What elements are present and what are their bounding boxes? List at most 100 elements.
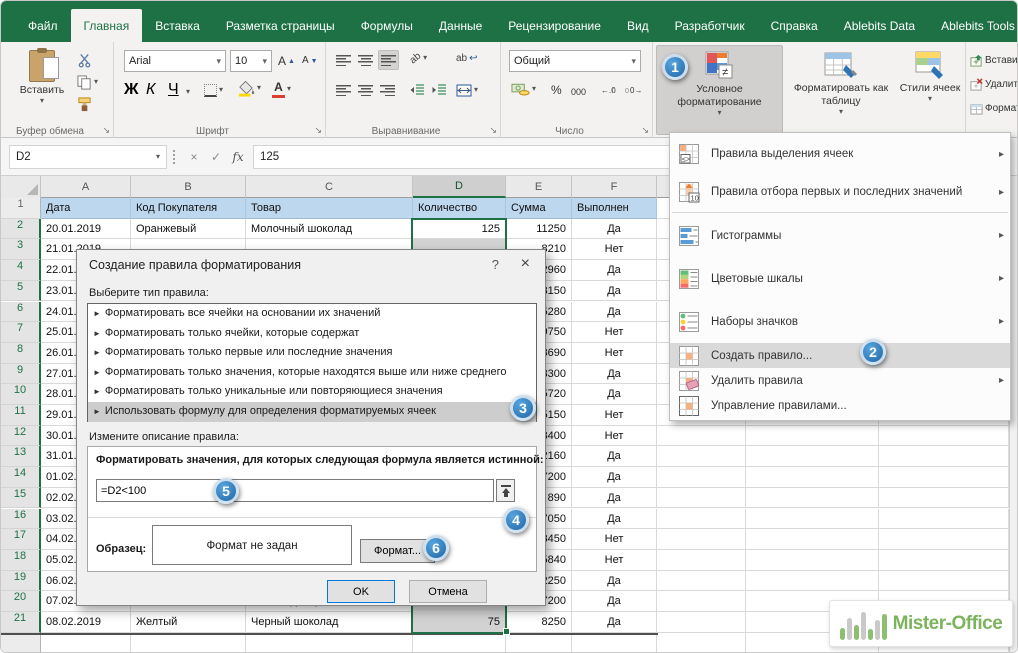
tab-formulas[interactable]: Формулы — [348, 9, 426, 42]
orientation-button[interactable]: ab ▾ — [408, 48, 429, 68]
row-header-9[interactable]: 9 — [1, 364, 41, 385]
cancel-button[interactable]: Отмена — [409, 580, 487, 603]
cell-H14[interactable] — [746, 467, 879, 488]
format-painter-button[interactable] — [75, 94, 94, 114]
cell-G22[interactable] — [657, 633, 746, 653]
menu-item-clear-rules[interactable]: Удалить правила▸ — [670, 368, 1010, 393]
align-right-button[interactable] — [378, 80, 397, 100]
column-header-B[interactable]: B — [131, 176, 246, 198]
row-header-20[interactable]: 20 — [1, 591, 41, 612]
ok-button[interactable]: OK — [327, 580, 395, 603]
font-dialog-launcher-icon[interactable]: ↘ — [314, 125, 322, 136]
cell-H19[interactable] — [746, 571, 879, 592]
cell-H17[interactable] — [746, 529, 879, 550]
copy-button[interactable]: ▾ — [75, 72, 100, 92]
decrease-indent-button[interactable] — [408, 80, 426, 100]
row-header-2[interactable]: 2 — [1, 219, 41, 240]
cell-A21[interactable]: 08.02.2019 — [41, 612, 131, 633]
tab-review[interactable]: Рецензирование — [495, 9, 614, 42]
cell-B22[interactable] — [131, 633, 246, 653]
cell-B2[interactable]: Оранжевый — [131, 219, 246, 240]
cell-H13[interactable] — [746, 446, 879, 467]
insert-function-button[interactable]: fx — [227, 145, 249, 169]
dialog-titlebar[interactable]: Создание правила форматирования — [77, 250, 545, 280]
cell-F9[interactable]: Да — [572, 364, 657, 385]
cell-F2[interactable]: Да — [572, 219, 657, 240]
cell-F17[interactable]: Нет — [572, 529, 657, 550]
font-family-select[interactable]: Arial▾ — [124, 50, 226, 72]
menu-item-manage-rules[interactable]: Управление правилами... — [670, 393, 1010, 418]
cell-G19[interactable] — [657, 571, 746, 592]
bold-button[interactable]: Ж — [122, 80, 140, 100]
paste-button[interactable]: Вставить ▾ — [15, 46, 69, 124]
row-header-7[interactable]: 7 — [1, 322, 41, 343]
confirm-entry-button[interactable]: ✓ — [205, 145, 227, 169]
row-header-1[interactable]: 1 — [1, 198, 41, 219]
formula-bar-drag-handle[interactable] — [173, 150, 175, 164]
tab-data[interactable]: Данные — [426, 9, 495, 42]
cell-A22[interactable] — [41, 633, 131, 653]
cell-C21[interactable]: Черный шоколад — [246, 612, 413, 633]
name-box[interactable]: D2 ▾ — [9, 145, 167, 169]
underline-button[interactable]: Ч — [166, 80, 181, 100]
cell-G21[interactable] — [657, 612, 746, 633]
cell-H15[interactable] — [746, 488, 879, 509]
grow-font-button[interactable]: A▲ — [276, 51, 297, 71]
tab-view[interactable]: Вид — [614, 9, 662, 42]
borders-button[interactable]: ▾ — [202, 80, 225, 100]
cell-F6[interactable]: Да — [572, 302, 657, 323]
cell-A1[interactable]: Дата — [41, 198, 131, 219]
fill-handle[interactable] — [503, 628, 510, 635]
rule-type-item[interactable]: ►Форматировать только уникальные или пов… — [88, 382, 536, 402]
cell-B1[interactable]: Код Покупателя — [131, 198, 246, 219]
alignment-dialog-launcher-icon[interactable]: ↘ — [489, 125, 497, 136]
cell-I19[interactable] — [879, 571, 1009, 592]
rule-type-item[interactable]: ►Форматировать только ячейки, которые со… — [88, 324, 536, 344]
dialog-close-button[interactable]: × — [521, 255, 530, 273]
cell-A2[interactable]: 20.01.2019 — [41, 219, 131, 240]
cell-F12[interactable]: Нет — [572, 426, 657, 447]
decrease-decimal-button[interactable]: 00→ — [623, 80, 645, 100]
tab-file[interactable]: Файл — [15, 9, 71, 42]
cell-F13[interactable]: Да — [572, 446, 657, 467]
cell-F14[interactable]: Да — [572, 467, 657, 488]
number-format-select[interactable]: Общий▾ — [509, 50, 641, 72]
align-middle-button[interactable] — [356, 50, 375, 70]
tab-ablebits-tools[interactable]: Ablebits Tools — [928, 9, 1018, 42]
row-header-8[interactable]: 8 — [1, 343, 41, 364]
increase-indent-button[interactable] — [430, 80, 448, 100]
menu-item-highlight-cells-rules[interactable]: ≤>Правила выделения ячеек▸ — [670, 135, 1010, 173]
fill-color-button[interactable]: ▾ — [236, 78, 263, 98]
insert-cells-button[interactable]: Вставить ▾ — [968, 50, 1018, 70]
tab-insert[interactable]: Вставка — [142, 9, 213, 42]
row-header-11[interactable]: 11 — [1, 405, 41, 426]
tab-ablebits-data[interactable]: Ablebits Data — [831, 9, 928, 42]
menu-item-new-rule[interactable]: Создать правило... — [670, 343, 1010, 368]
cell-G14[interactable] — [657, 467, 746, 488]
tab-developer[interactable]: Разработчик — [662, 9, 758, 42]
shrink-font-button[interactable]: A▼ — [300, 51, 320, 71]
cell-G17[interactable] — [657, 529, 746, 550]
align-top-button[interactable] — [334, 50, 353, 70]
cell-G13[interactable] — [657, 446, 746, 467]
rule-type-item[interactable]: ►Использовать формулу для определения фо… — [88, 402, 536, 422]
row-header-4[interactable]: 4 — [1, 260, 41, 281]
cell-C22[interactable] — [246, 633, 413, 653]
cell-B21[interactable]: Желтый — [131, 612, 246, 633]
format-cells-button[interactable]: Формат ▾ — [968, 98, 1018, 118]
cell-F22[interactable] — [572, 633, 657, 653]
menu-item-icon-sets[interactable]: Наборы значков▸ — [670, 300, 1010, 343]
row-header-14[interactable]: 14 — [1, 467, 41, 488]
cell-I12[interactable] — [879, 426, 1009, 447]
cell-D2[interactable]: 125 — [413, 219, 506, 240]
rule-type-item[interactable]: ►Форматировать только первые или последн… — [88, 343, 536, 363]
rule-type-item[interactable]: ►Форматировать все ячейки на основании и… — [88, 304, 536, 324]
delete-cells-button[interactable]: Удалить ▾ — [968, 74, 1018, 94]
cell-F5[interactable]: Да — [572, 281, 657, 302]
cell-G18[interactable] — [657, 550, 746, 571]
row-header-16[interactable]: 16 — [1, 509, 41, 530]
column-header-F[interactable]: F — [572, 176, 657, 198]
cell-I16[interactable] — [879, 509, 1009, 530]
tab-page-layout[interactable]: Разметка страницы — [213, 9, 348, 42]
clipboard-dialog-launcher-icon[interactable]: ↘ — [102, 125, 110, 136]
